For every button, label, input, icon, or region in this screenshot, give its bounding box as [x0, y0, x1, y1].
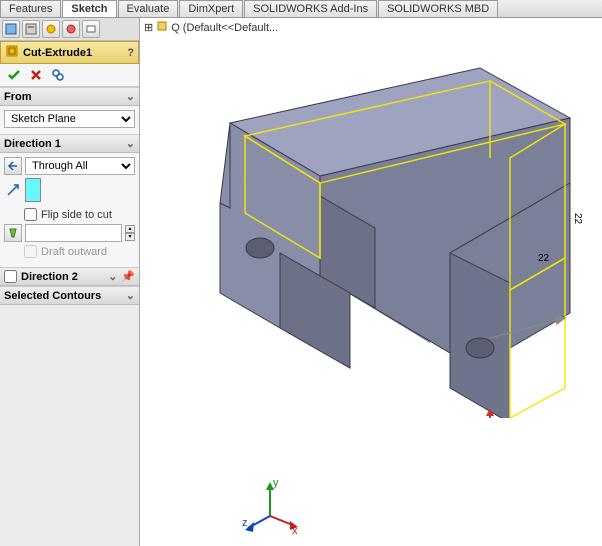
tab-dimxpert[interactable]: DimXpert — [179, 0, 243, 17]
ok-button[interactable] — [6, 67, 22, 83]
draft-icon[interactable] — [4, 224, 22, 242]
spinner-up-icon[interactable]: ▴ — [125, 225, 135, 233]
property-tab-icon[interactable] — [22, 20, 40, 38]
graphics-viewport[interactable]: ⊞ Q (Default<<Default... — [140, 18, 602, 546]
chevron-down-icon[interactable]: ⌄ — [108, 270, 117, 283]
model-graphic — [170, 58, 590, 418]
chevron-down-icon[interactable]: ⌄ — [126, 90, 135, 103]
direction1-label: Direction 1 — [4, 138, 61, 150]
selected-contours-label: Selected Contours — [4, 290, 101, 302]
direction1-section-header[interactable]: Direction 1 ⌄ — [0, 134, 139, 153]
from-section-body: Sketch Plane — [0, 106, 139, 134]
detailed-preview-button[interactable] — [50, 67, 66, 83]
cancel-button[interactable] — [28, 67, 44, 83]
tab-sketch[interactable]: Sketch — [62, 0, 116, 17]
tree-prefix: Q — [171, 22, 180, 34]
tree-node-label: (Default<<Default... — [183, 22, 278, 34]
property-manager-panel: Cut-Extrude1 ? From ⌄ Sketch Plane — [0, 18, 140, 546]
feature-name: Cut-Extrude1 — [23, 47, 92, 59]
config-tab-icon[interactable] — [42, 20, 60, 38]
from-section-header[interactable]: From ⌄ — [0, 87, 139, 106]
selection-box[interactable] — [25, 178, 41, 202]
part-icon — [156, 20, 168, 35]
draft-outward-label: Draft outward — [41, 246, 107, 258]
cut-extrude-icon — [5, 44, 19, 61]
dimension-width[interactable]: 22 — [538, 253, 549, 264]
view-triad[interactable]: y x z — [240, 476, 300, 536]
draft-outward-input — [24, 245, 37, 258]
from-label: From — [4, 91, 32, 103]
direction2-label: Direction 2 — [21, 271, 78, 283]
tab-evaluate[interactable]: Evaluate — [118, 0, 179, 17]
command-tab-bar: Features Sketch Evaluate DimXpert SOLIDW… — [0, 0, 602, 18]
tab-addins[interactable]: SOLIDWORKS Add-Ins — [244, 0, 377, 17]
end-condition-select[interactable]: Through All — [25, 157, 135, 175]
feature-tree-tab-icon[interactable] — [2, 20, 20, 38]
spinner-down-icon[interactable]: ▾ — [125, 233, 135, 241]
direction-vector-icon[interactable] — [4, 181, 22, 199]
help-icon[interactable]: ? — [127, 47, 134, 59]
direction2-section-header[interactable]: Direction 2 ⌄ 📌 — [0, 267, 139, 286]
from-plane-select[interactable]: Sketch Plane — [4, 110, 135, 128]
appearance-tab-icon[interactable] — [62, 20, 80, 38]
flip-side-label: Flip side to cut — [41, 209, 112, 221]
triad-z-label: z — [242, 517, 248, 529]
flip-side-checkbox[interactable]: Flip side to cut — [24, 208, 112, 221]
flip-side-input[interactable] — [24, 208, 37, 221]
tab-features[interactable]: Features — [0, 0, 61, 17]
dimension-height[interactable]: 22 — [572, 213, 583, 224]
direction2-enable-checkbox[interactable] — [4, 270, 17, 283]
reverse-direction-icon[interactable] — [4, 157, 22, 175]
selected-contours-section-header[interactable]: Selected Contours ⌄ — [0, 286, 139, 305]
flyout-tree[interactable]: ⊞ Q (Default<<Default... — [144, 20, 278, 35]
chevron-down-icon[interactable]: ⌄ — [126, 137, 135, 150]
direction1-section-body: Through All Flip side to cut — [0, 153, 139, 267]
chevron-down-icon[interactable]: ⌄ — [126, 289, 135, 302]
display-tab-icon[interactable] — [82, 20, 100, 38]
draft-spinner[interactable]: ▴ ▾ — [125, 225, 135, 241]
confirm-bar — [0, 64, 139, 87]
pin-icon[interactable]: 📌 — [121, 270, 135, 283]
triad-x-label: x — [292, 525, 298, 536]
tab-mbd[interactable]: SOLIDWORKS MBD — [378, 0, 498, 17]
triad-y-label: y — [273, 477, 279, 489]
expand-icon[interactable]: ⊞ — [144, 21, 153, 34]
feature-title-bar: Cut-Extrude1 ? — [0, 41, 139, 64]
draft-angle-input[interactable] — [25, 224, 122, 242]
panel-tabs — [0, 18, 139, 41]
draft-outward-checkbox: Draft outward — [24, 245, 107, 258]
